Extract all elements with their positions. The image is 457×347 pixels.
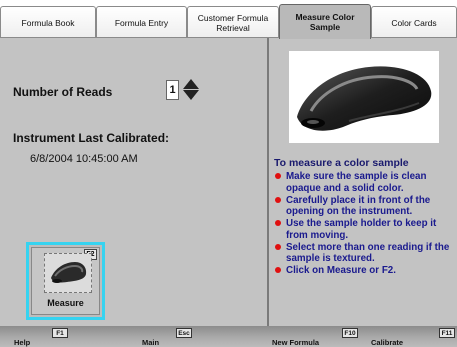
list-item: Make sure the sample is clean opaque and… xyxy=(274,171,457,194)
measure-button-label: Measure xyxy=(47,298,84,308)
tab-customer-formula-retrieval[interactable]: Customer Formula Retrieval xyxy=(187,6,279,38)
tab-bar: Formula Book Formula Entry Customer Form… xyxy=(0,0,457,39)
tab-color-cards[interactable]: Color Cards xyxy=(371,6,457,38)
calibrate-button[interactable]: F11 Calibrate xyxy=(367,326,457,347)
new-formula-button[interactable]: F10 New Formula xyxy=(268,326,367,347)
f1-key-badge: F1 xyxy=(52,328,68,338)
new-formula-label: New Formula xyxy=(272,338,320,347)
main-button[interactable]: Esc Main xyxy=(134,326,268,347)
tab-formula-entry[interactable]: Formula Entry xyxy=(96,6,187,38)
tab-formula-book[interactable]: Formula Book xyxy=(0,6,96,38)
f10-key-badge: F10 xyxy=(342,328,358,338)
list-item: Select more than one reading if the samp… xyxy=(274,242,457,265)
help-button[interactable]: F1 Help xyxy=(0,326,134,347)
instrument-icon xyxy=(44,253,92,293)
instrument-photo xyxy=(289,51,439,143)
instructions-title: To measure a color sample xyxy=(274,157,409,169)
calibrate-label: Calibrate xyxy=(371,338,404,347)
function-key-bar: F1 Help Esc Main F10 New Formula F11 Cal… xyxy=(0,326,457,347)
calibration-timestamp: 6/8/2004 10:45:00 AM xyxy=(30,153,138,165)
tab-measure-color-sample[interactable]: Measure Color Sample xyxy=(279,4,371,39)
spinner-up-icon[interactable] xyxy=(183,79,199,89)
help-label: Help xyxy=(14,338,31,347)
spinner-down-icon[interactable] xyxy=(183,90,199,100)
list-item: Use the sample holder to keep it from mo… xyxy=(274,218,457,241)
main-label: Main xyxy=(142,338,160,347)
measure-button-face: F2 Measure xyxy=(31,247,100,315)
number-of-reads-field[interactable]: 1 xyxy=(166,80,179,100)
instructions-panel: To measure a color sample Make sure the … xyxy=(267,38,457,326)
instructions-list: Make sure the sample is clean opaque and… xyxy=(274,171,457,277)
list-item: Click on Measure or F2. xyxy=(274,265,457,277)
calibration-label: Instrument Last Calibrated: xyxy=(13,131,170,145)
measure-button[interactable]: F2 Measure xyxy=(26,242,105,320)
measure-settings-panel: Number of Reads 1 Instrument Last Calibr… xyxy=(0,38,267,326)
list-item: Carefully place it in front of the openi… xyxy=(274,195,457,218)
number-of-reads-spinner[interactable] xyxy=(181,79,201,101)
f11-key-badge: F11 xyxy=(439,328,455,338)
esc-key-badge: Esc xyxy=(176,328,192,338)
number-of-reads-label: Number of Reads xyxy=(13,85,113,99)
